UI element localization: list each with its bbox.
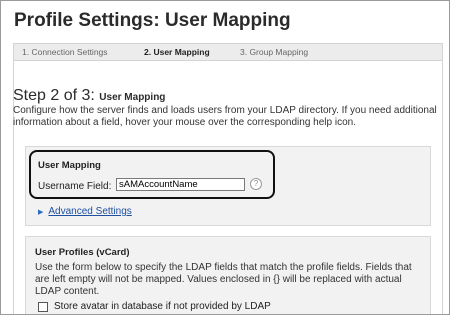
user-profiles-title: User Profiles (vCard) [35, 247, 130, 258]
help-icon[interactable]: ? [250, 178, 262, 190]
store-avatar-checkbox[interactable] [38, 301, 48, 312]
advanced-settings-label: Advanced Settings [48, 206, 132, 217]
user-mapping-title: User Mapping [38, 160, 101, 171]
username-field-label: Username Field: [38, 181, 112, 192]
user-profiles-description: Use the form below to specify the LDAP f… [35, 262, 412, 297]
store-avatar-label: Store avatar in database if not provided… [54, 301, 271, 312]
step-connection-settings[interactable]: 1. Connection Settings [14, 47, 136, 57]
username-field-input[interactable] [116, 178, 245, 191]
page-title: Profile Settings: User Mapping [14, 10, 291, 31]
step-user-mapping: 2. User Mapping [144, 47, 210, 57]
step-heading: Step 2 of 3: User Mapping [13, 87, 165, 105]
advanced-settings-link[interactable]: ▶ Advanced Settings [38, 206, 132, 217]
window-frame: Profile Settings: User Mapping 1. Connec… [0, 0, 450, 315]
wizard-steps-bar: 1. Connection Settings 2. User Mapping 3… [13, 43, 443, 61]
triangle-right-icon: ▶ [38, 208, 44, 216]
step-description: Configure how the server finds and loads… [13, 105, 437, 128]
store-avatar-option[interactable]: Store avatar in database if not provided… [38, 301, 271, 312]
step-heading-main: Step 2 of 3: [13, 87, 95, 104]
step-group-mapping[interactable]: 3. Group Mapping [232, 47, 308, 57]
step-heading-sub: User Mapping [99, 92, 166, 103]
